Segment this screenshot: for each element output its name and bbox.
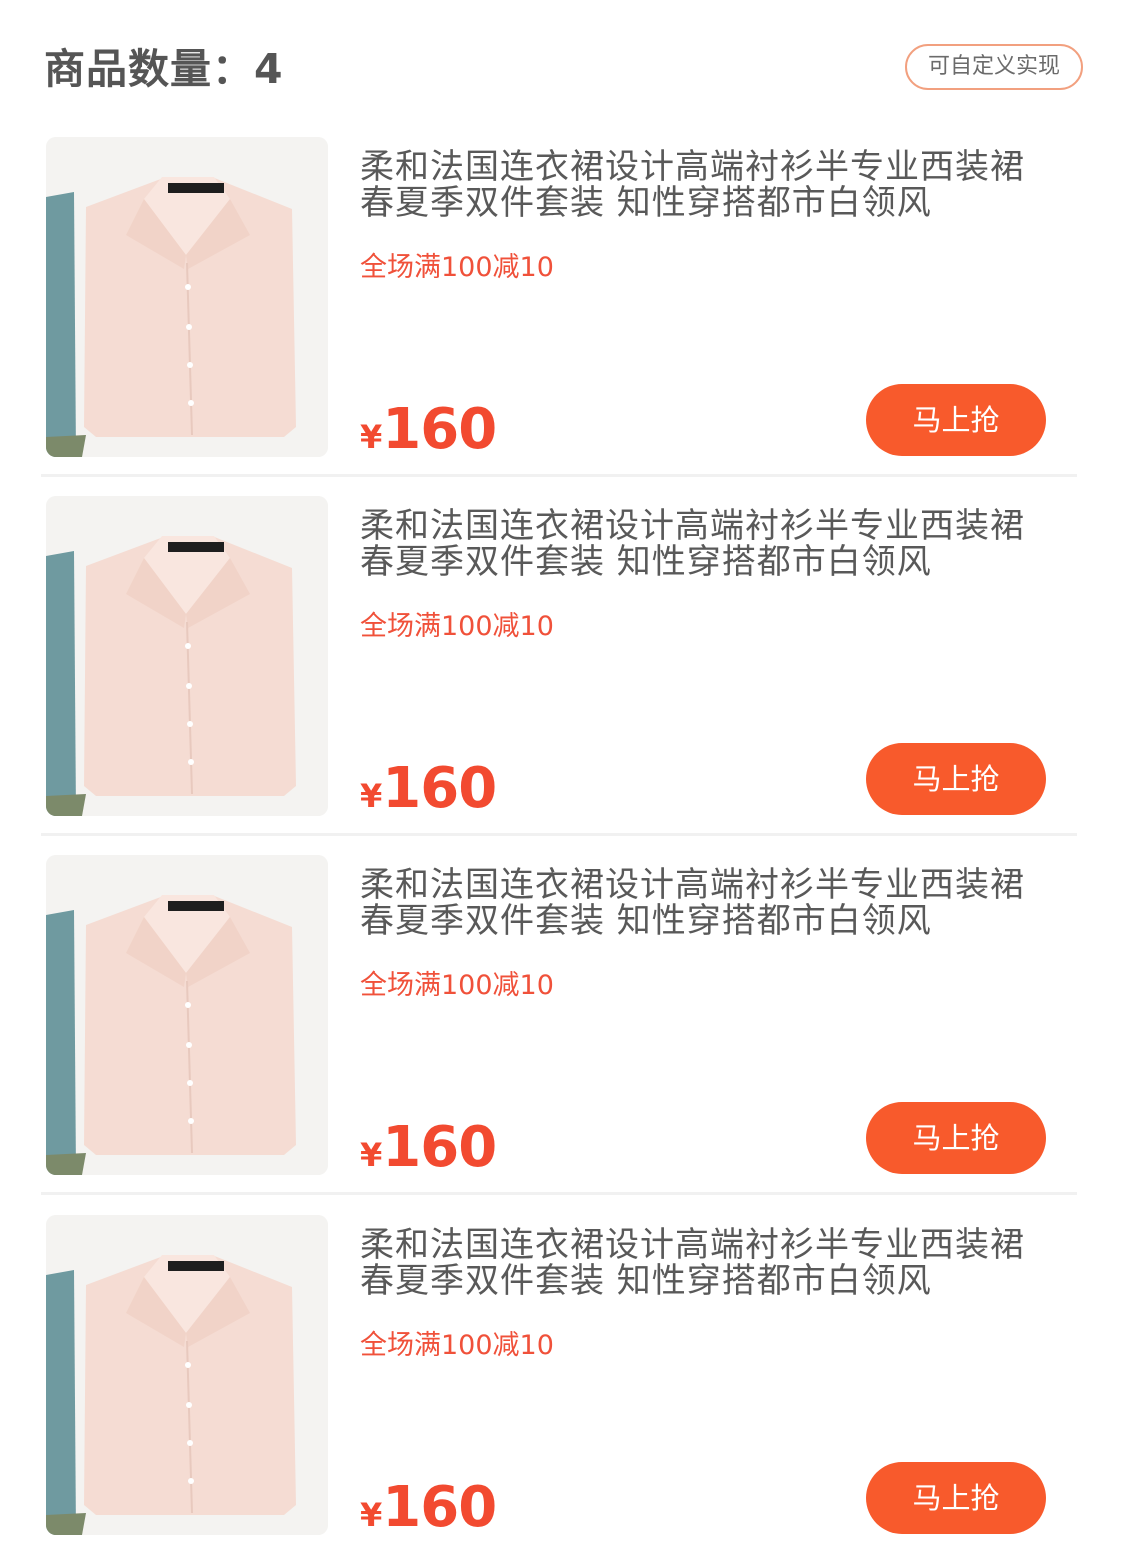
promo-text: 全场满100减10 — [360, 1330, 554, 1361]
product-title[interactable]: 柔和法国连衣裙设计高端衬衫半专业西装裙春夏季双件套装 知性穿搭都市白领风 — [360, 867, 1040, 939]
promo-text: 全场满100减10 — [360, 611, 554, 642]
currency-symbol: ¥ — [360, 1496, 383, 1534]
buy-now-button[interactable]: 马上抢 — [866, 1462, 1046, 1534]
buy-now-button[interactable]: 马上抢 — [866, 743, 1046, 815]
product-item[interactable]: 柔和法国连衣裙设计高端衬衫半专业西装裙春夏季双件套装 知性穿搭都市白领风 全场满… — [41, 137, 1077, 477]
product-image[interactable] — [46, 137, 328, 457]
price: ¥160 — [360, 754, 497, 837]
divider — [41, 1192, 1077, 1195]
price: ¥160 — [360, 1473, 497, 1556]
price-amount: 160 — [382, 397, 497, 462]
promo-text: 全场满100减10 — [360, 970, 554, 1001]
buy-now-button[interactable]: 马上抢 — [866, 1102, 1046, 1174]
product-image[interactable] — [46, 1215, 328, 1535]
product-title[interactable]: 柔和法国连衣裙设计高端衬衫半专业西装裙春夏季双件套装 知性穿搭都市白领风 — [360, 149, 1040, 221]
price: ¥160 — [360, 395, 497, 478]
product-item[interactable]: 柔和法国连衣裙设计高端衬衫半专业西装裙春夏季双件套装 知性穿搭都市白领风 全场满… — [41, 1215, 1077, 1555]
product-image[interactable] — [46, 496, 328, 816]
currency-symbol: ¥ — [360, 777, 383, 815]
divider — [41, 833, 1077, 836]
product-title[interactable]: 柔和法国连衣裙设计高端衬衫半专业西装裙春夏季双件套装 知性穿搭都市白领风 — [360, 1227, 1040, 1299]
currency-symbol: ¥ — [360, 418, 383, 456]
price: ¥160 — [360, 1113, 497, 1196]
price-amount: 160 — [382, 1475, 497, 1540]
buy-now-button[interactable]: 马上抢 — [866, 384, 1046, 456]
price-amount: 160 — [382, 756, 497, 821]
price-amount: 160 — [382, 1115, 497, 1180]
product-list: 柔和法国连衣裙设计高端衬衫半专业西装裙春夏季双件套装 知性穿搭都市白领风 全场满… — [0, 0, 1125, 1540]
product-image[interactable] — [46, 855, 328, 1175]
divider — [41, 474, 1077, 477]
promo-text: 全场满100减10 — [360, 252, 554, 283]
product-title[interactable]: 柔和法国连衣裙设计高端衬衫半专业西装裙春夏季双件套装 知性穿搭都市白领风 — [360, 508, 1040, 580]
product-item[interactable]: 柔和法国连衣裙设计高端衬衫半专业西装裙春夏季双件套装 知性穿搭都市白领风 全场满… — [41, 855, 1077, 1195]
product-item[interactable]: 柔和法国连衣裙设计高端衬衫半专业西装裙春夏季双件套装 知性穿搭都市白领风 全场满… — [41, 496, 1077, 836]
currency-symbol: ¥ — [360, 1136, 383, 1174]
